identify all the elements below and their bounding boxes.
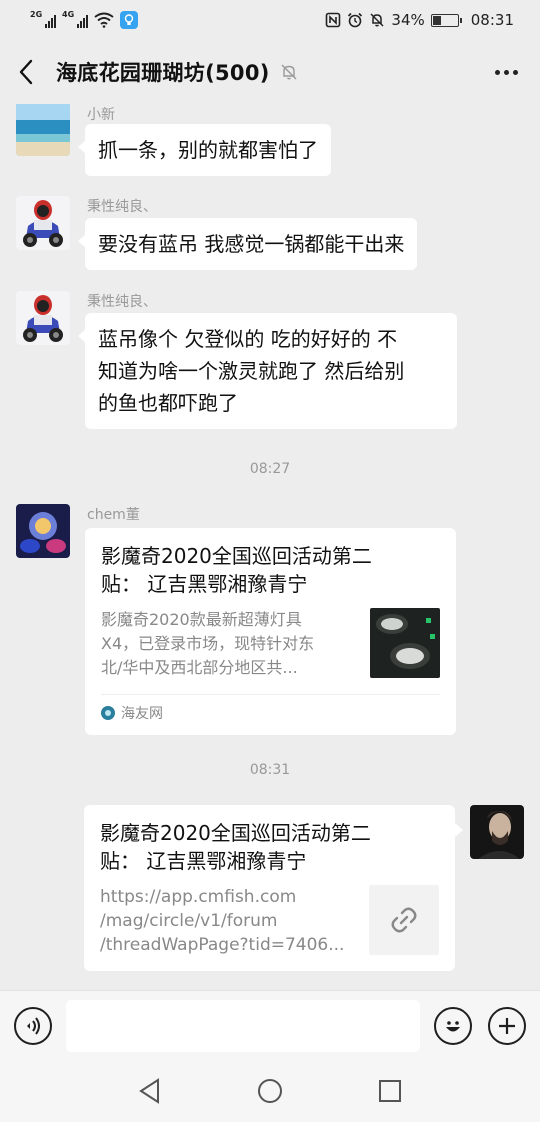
sender-name: 秉性纯良、 — [87, 294, 157, 310]
chem-avatar — [16, 504, 70, 558]
link-card-desc-line: 影魔奇2020款最新超薄灯具 — [101, 610, 302, 629]
signal-2g-icon: 2G — [30, 10, 56, 28]
link-card-body: 影魔奇2020款最新超薄灯具 X4，已登录市场，现特针对东 北/华中及西北部分地… — [101, 608, 440, 680]
link-card-title-line: 贴： 辽吉黑鄂湘豫青宁 — [101, 572, 308, 596]
nav-recents-button[interactable] — [376, 1077, 404, 1105]
link-card-url: https://app.cmfish.com /mag/circle/v1/fo… — [100, 885, 346, 957]
time-divider: 08:31 — [249, 762, 291, 778]
chat-title: 海底花园珊瑚坊(500) — [56, 61, 270, 85]
nfc-icon — [326, 12, 341, 28]
wifi-icon — [94, 12, 114, 28]
link-card-body: https://app.cmfish.com /mag/circle/v1/fo… — [100, 885, 439, 957]
silent-bell-icon — [370, 13, 384, 27]
link-card-title: 影魔奇2020全国巡回活动第二 贴： 辽吉黑鄂湘豫青宁 — [101, 542, 440, 598]
link-card-source: 海友网 — [101, 694, 440, 723]
lamp-product-photo — [370, 608, 440, 678]
battery-icon — [430, 13, 462, 27]
chat-message: 小新 抓一条，别的就都害怕了 — [16, 104, 524, 182]
signal-4g-label: 4G — [62, 10, 75, 19]
clock: 08:31 — [470, 11, 514, 29]
voice-icon — [27, 1016, 40, 1035]
message-text-line: 知道为啥一个激灵就跑了 然后给别 — [98, 359, 405, 383]
battery-percent: 34% — [391, 11, 425, 29]
link-card-title-line: 影魔奇2020全国巡回活动第二 — [100, 821, 371, 845]
chat-message: 秉性纯良、 蓝吊像个 欠登似的 吃的好好的 不 知道为啥一个激灵就跑了 然后给别… — [16, 291, 524, 441]
back-button[interactable] — [18, 57, 42, 87]
motorcycle-rider-avatar — [16, 196, 70, 250]
avatar[interactable] — [16, 291, 70, 345]
more-dots-icon — [495, 69, 500, 75]
status-right: 34% 08:31 — [325, 11, 514, 29]
link-card-sent[interactable]: 影魔奇2020全国巡回活动第二 贴： 辽吉黑鄂湘豫青宁 https://app.… — [84, 805, 463, 971]
time-divider: 08:27 — [249, 461, 291, 477]
more-options-button[interactable] — [491, 64, 522, 81]
chat-message-list[interactable]: 小新 抓一条，别的就都害怕了 秉性纯良、 要没有蓝吊 我感觉一锅都能干出来 秉性… — [0, 104, 540, 990]
chat-message: 秉性纯良、 要没有蓝吊 我感觉一锅都能干出来 — [16, 196, 524, 276]
back-arrow-icon — [19, 59, 33, 85]
link-card-thumbnail — [369, 885, 439, 955]
nav-recents-icon — [379, 1080, 401, 1102]
voice-button[interactable] — [14, 1006, 52, 1045]
link-card[interactable]: 影魔奇2020全国巡回活动第二 贴： 辽吉黑鄂湘豫青宁 影魔奇2020款最新超薄… — [85, 528, 456, 735]
message-input-bar — [0, 990, 540, 1060]
link-card-description: 影魔奇2020款最新超薄灯具 X4，已登录市场，现特针对东 北/华中及西北部分地… — [101, 608, 353, 680]
status-left: 2G 4G — [30, 10, 138, 29]
alarm-icon — [348, 12, 363, 28]
emoji-icon — [446, 1020, 460, 1031]
sender-name: 秉性纯良、 — [87, 199, 157, 215]
message-input[interactable] — [66, 999, 420, 1052]
link-card-title: 影魔奇2020全国巡回活动第二 贴： 辽吉黑鄂湘豫青宁 — [100, 819, 439, 875]
signal-4g-icon: 4G — [62, 10, 88, 28]
link-card-url-line: https://app.cmfish.com — [100, 887, 297, 907]
plus-icon — [499, 1017, 515, 1034]
motorcycle-rider-avatar — [16, 291, 70, 345]
link-card-source-name: 海友网 — [121, 706, 163, 722]
sender-name: chem董 — [87, 507, 140, 523]
lightbulb-app-icon — [120, 11, 138, 29]
source-logo-icon — [101, 706, 115, 720]
nav-back-icon — [139, 1078, 159, 1104]
link-card-url-line: /mag/circle/v1/forum — [100, 911, 278, 931]
link-card-url-line: /threadWapPage?tid=7406... — [100, 935, 345, 955]
message-text: 抓一条，别的就都害怕了 — [98, 138, 318, 162]
avatar[interactable] — [16, 196, 70, 250]
message-text-line: 蓝吊像个 欠登似的 吃的好好的 不 — [98, 327, 398, 351]
message-text-line: 的鱼也都吓跑了 — [98, 391, 238, 415]
status-bar: 2G 4G 34% 08:31 — [0, 0, 540, 40]
chat-message: chem董 影魔奇2020全国巡回活动第二 贴： 辽吉黑鄂湘豫青宁 影魔奇202… — [16, 504, 524, 744]
portrait-avatar — [470, 805, 524, 859]
message-bubble[interactable]: 抓一条，别的就都害怕了 — [78, 124, 331, 176]
link-card-title-line: 影魔奇2020全国巡回活动第二 — [101, 544, 372, 568]
emoji-button[interactable] — [434, 1006, 472, 1045]
signal-2g-label: 2G — [30, 10, 43, 19]
chat-header: 海底花园珊瑚坊(500) — [0, 40, 540, 104]
avatar[interactable] — [16, 104, 70, 156]
link-card-thumbnail — [370, 608, 440, 678]
message-bubble[interactable]: 蓝吊像个 欠登似的 吃的好好的 不 知道为啥一个激灵就跑了 然后给别 的鱼也都吓… — [78, 313, 457, 429]
system-navigation-bar — [0, 1060, 540, 1122]
link-card-title-line: 贴： 辽吉黑鄂湘豫青宁 — [100, 849, 307, 873]
mute-bell-icon — [281, 64, 297, 80]
my-avatar[interactable] — [470, 805, 524, 859]
nav-home-icon — [258, 1079, 282, 1103]
beach-photo-avatar — [16, 104, 70, 156]
link-icon — [391, 907, 417, 933]
more-functions-button[interactable] — [488, 1006, 526, 1045]
link-card-desc-line: 北/华中及西北部分地区共... — [101, 658, 298, 677]
message-bubble[interactable]: 要没有蓝吊 我感觉一锅都能干出来 — [77, 218, 418, 270]
nav-home-button[interactable] — [256, 1077, 284, 1105]
bubble-tail — [455, 823, 463, 837]
link-card-desc-line: X4，已登录市场，现特针对东 — [101, 634, 315, 653]
avatar[interactable] — [16, 504, 70, 558]
nav-back-button[interactable] — [136, 1077, 164, 1105]
sender-name: 小新 — [87, 107, 115, 123]
message-text: 要没有蓝吊 我感觉一锅都能干出来 — [98, 232, 405, 256]
